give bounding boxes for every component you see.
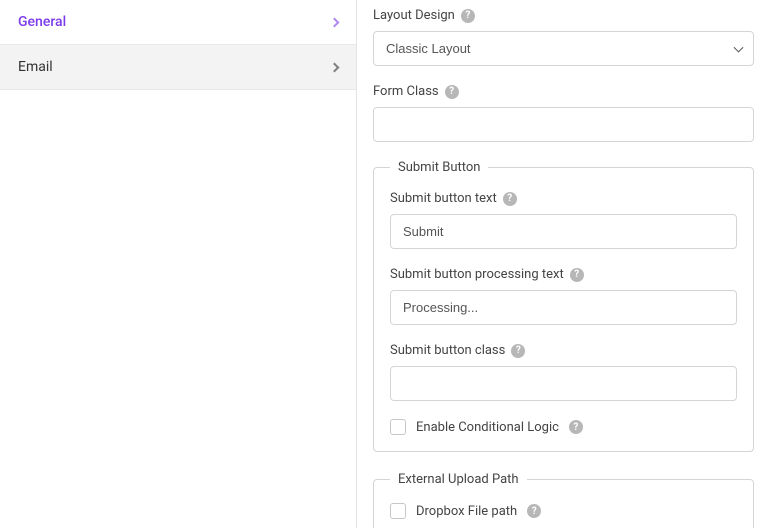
main-panel: Layout Design ? Classic Layout Form Clas… (357, 0, 770, 528)
help-icon[interactable]: ? (511, 344, 525, 358)
fieldset-legend: Submit Button (390, 160, 488, 175)
sidebar-item-general[interactable]: General (0, 0, 356, 45)
field-label-text: Form Class (373, 84, 439, 99)
sidebar-item-email[interactable]: Email (0, 45, 356, 90)
help-icon[interactable]: ? (527, 504, 541, 518)
checkbox-label: Enable Conditional Logic (416, 420, 559, 435)
submit-processing-input[interactable] (390, 290, 737, 325)
layout-design-select[interactable]: Classic Layout (373, 31, 754, 66)
fieldset-legend: External Upload Path (390, 472, 527, 487)
sidebar-item-label: General (18, 14, 66, 30)
dropbox-checkbox[interactable] (390, 503, 406, 519)
submit-button-fieldset: Submit Button Submit button text ? Submi… (373, 160, 754, 452)
field-form-class: Form Class ? (373, 84, 754, 142)
help-icon[interactable]: ? (503, 192, 517, 206)
sidebar: General Email (0, 0, 357, 528)
help-icon[interactable]: ? (569, 420, 583, 434)
field-label-text: Submit button processing text (390, 267, 564, 282)
help-icon[interactable]: ? (445, 85, 459, 99)
chevron-right-icon (330, 62, 340, 72)
field-layout-design: Layout Design ? Classic Layout (373, 8, 754, 66)
checkbox-label: Dropbox File path (416, 504, 517, 519)
sidebar-item-label: Email (18, 59, 53, 75)
submit-text-input[interactable] (390, 214, 737, 249)
field-label-text: Submit button class (390, 343, 505, 358)
conditional-logic-checkbox[interactable] (390, 419, 406, 435)
help-icon[interactable]: ? (461, 9, 475, 23)
field-label-text: Submit button text (390, 191, 497, 206)
form-class-input[interactable] (373, 107, 754, 142)
field-label-text: Layout Design (373, 8, 455, 23)
submit-class-input[interactable] (390, 366, 737, 401)
help-icon[interactable]: ? (570, 268, 584, 282)
external-upload-fieldset: External Upload Path Dropbox File path ?… (373, 472, 754, 528)
chevron-right-icon (330, 17, 340, 27)
